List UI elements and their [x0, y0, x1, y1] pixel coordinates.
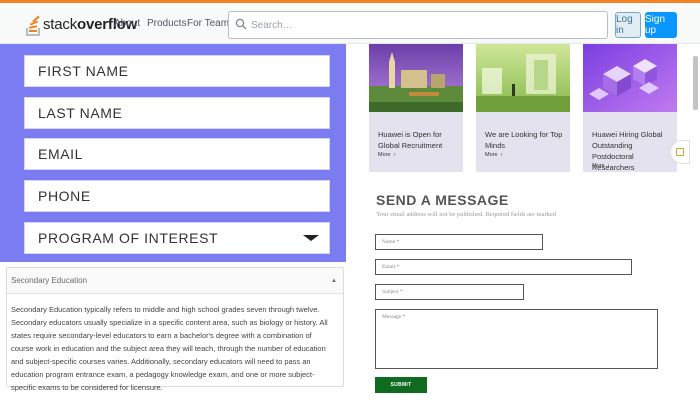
news-card[interactable]: We are Looking for Top Minds More › — [476, 44, 570, 172]
signup-button[interactable]: Sign up — [645, 12, 677, 38]
submit-button[interactable]: SUBMIT — [375, 377, 427, 393]
send-message-title: SEND A MESSAGE — [376, 192, 509, 208]
top-navbar: stackoverflow About Products For Teams L… — [0, 0, 700, 44]
email-field[interactable]: EMAIL — [24, 138, 330, 170]
required-fields-note: Your email address will not be published… — [376, 211, 557, 218]
message-textarea[interactable]: Message * — [375, 309, 658, 369]
chevron-down-icon — [303, 235, 319, 241]
feedback-icon — [676, 148, 684, 156]
email-input[interactable]: Email * — [375, 259, 632, 275]
subject-input[interactable]: Subject * — [375, 284, 524, 300]
nav-products[interactable]: Products — [147, 18, 186, 29]
news-card[interactable]: Huawei is Open for Global Recruitment Mo… — [369, 44, 463, 172]
side-feedback-tab[interactable] — [670, 140, 690, 164]
news-card-image — [583, 44, 677, 112]
login-button[interactable]: Log in — [615, 12, 641, 38]
news-card-more-link[interactable]: More › — [592, 163, 609, 169]
news-card-image — [476, 44, 570, 112]
news-card-title: We are Looking for Top Minds — [485, 130, 563, 150]
accordion-header[interactable]: Secondary Education ▲ — [7, 268, 343, 294]
news-card[interactable]: Huawei Hiring Global Outstanding Postdoc… — [583, 44, 677, 172]
news-card-title: Huawei is Open for Global Recruitment — [378, 130, 443, 150]
search-icon — [235, 18, 247, 30]
first-name-field[interactable]: FIRST NAME — [24, 55, 330, 87]
news-card-more-link[interactable]: More › — [485, 152, 502, 158]
news-card-more-link[interactable]: More › — [378, 152, 395, 158]
program-select-value: PROGRAM OF INTEREST — [38, 230, 219, 246]
last-name-field[interactable]: LAST NAME — [24, 97, 330, 129]
name-input[interactable]: Name * — [375, 234, 543, 250]
chevron-up-icon: ▲ — [331, 277, 337, 284]
accordion-title: Secondary Education — [11, 276, 88, 285]
nav-about[interactable]: About — [114, 18, 140, 29]
scrollbar[interactable] — [693, 56, 698, 110]
stackoverflow-logo-icon — [26, 12, 40, 36]
news-card-image — [369, 44, 463, 112]
nav-for-teams[interactable]: For Teams — [187, 18, 234, 29]
phone-field[interactable]: PHONE — [24, 180, 330, 212]
program-select[interactable]: PROGRAM OF INTEREST — [24, 222, 330, 254]
accordion-body: Secondary Education typically refers to … — [11, 305, 328, 392]
search-box — [228, 11, 608, 39]
search-input[interactable] — [251, 12, 601, 38]
secondary-education-accordion: Secondary Education ▲ Secondary Educatio… — [6, 267, 344, 392]
